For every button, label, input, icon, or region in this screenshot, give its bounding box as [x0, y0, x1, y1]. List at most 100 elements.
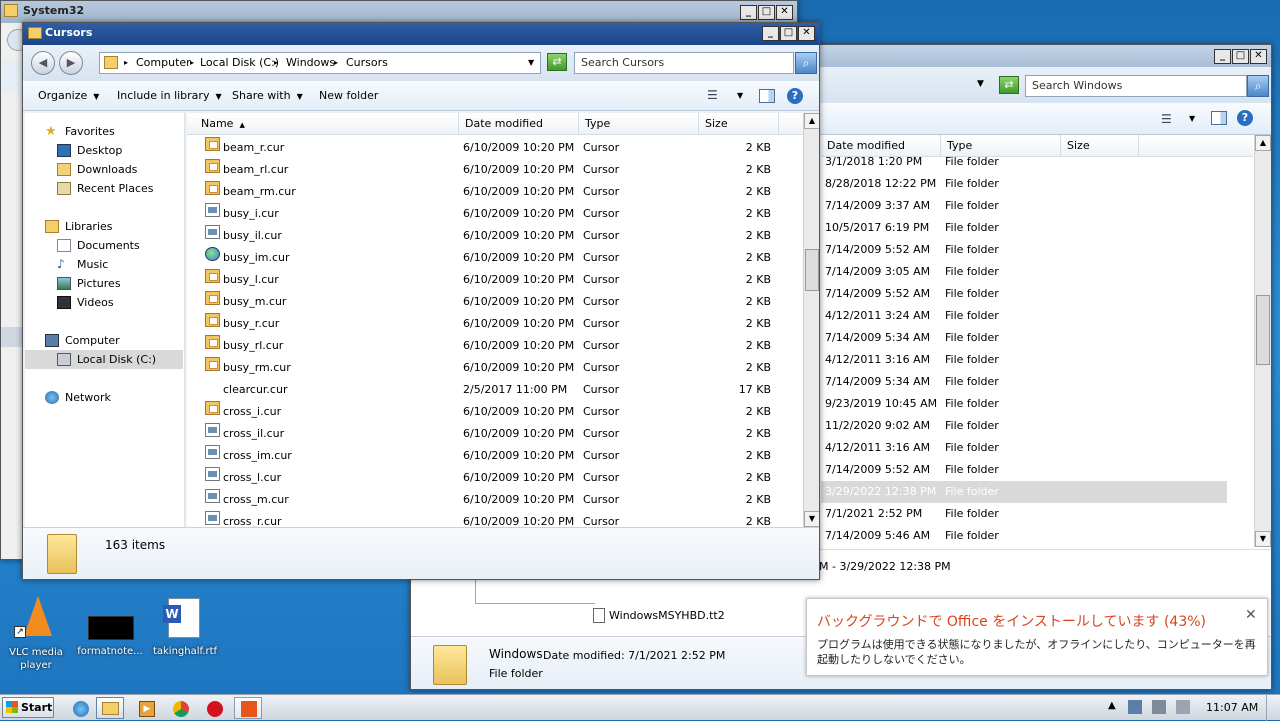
- table-row[interactable]: 3/29/2022 12:38 PM File folder: [821, 481, 1227, 503]
- forward-button[interactable]: ▶: [59, 51, 83, 75]
- nav-recent-places[interactable]: Recent Places: [25, 179, 185, 198]
- table-row[interactable]: 11/2/2020 9:02 AM File folder: [821, 415, 1227, 437]
- tray-icon[interactable]: [1128, 700, 1142, 714]
- file-row[interactable]: beam_r.cur 6/10/2009 10:20 PM Cursor 2 KB: [187, 137, 803, 159]
- file-row[interactable]: busy_r.cur 6/10/2009 10:20 PM Cursor 2 KB: [187, 313, 803, 335]
- view-dropdown-icon[interactable]: ▼: [1189, 114, 1195, 123]
- nav-pictures[interactable]: Pictures: [25, 274, 185, 293]
- back-button[interactable]: ◀: [31, 51, 55, 75]
- nav-documents[interactable]: Documents: [25, 236, 185, 255]
- table-row[interactable]: 7/14/2009 5:52 AM File folder: [821, 239, 1227, 261]
- close-icon[interactable]: ✕: [1245, 607, 1257, 623]
- file-list-scrollbar[interactable]: ▲ ▼: [803, 113, 819, 527]
- table-row[interactable]: 4/12/2011 3:16 AM File folder: [821, 437, 1227, 459]
- table-row[interactable]: 4/12/2011 3:24 AM File folder: [821, 305, 1227, 327]
- file-row[interactable]: beam_rm.cur 6/10/2009 10:20 PM Cursor 2 KB: [187, 181, 803, 203]
- table-row[interactable]: 8/28/2018 12:22 PM File folder: [821, 173, 1227, 195]
- view-dropdown-icon[interactable]: ▼: [737, 91, 743, 100]
- start-button[interactable]: Start: [2, 697, 54, 718]
- desktop-icon-takinghalf[interactable]: W takinghalf.rtf: [150, 596, 220, 670]
- view-options-icon[interactable]: ☰: [1161, 112, 1172, 126]
- show-desktop-button[interactable]: [1266, 695, 1280, 721]
- column-name[interactable]: Name ▲: [195, 113, 459, 135]
- preview-pane-icon[interactable]: [1211, 111, 1227, 125]
- scroll-thumb[interactable]: [1256, 295, 1270, 365]
- breadcrumb-local-disk[interactable]: Local Disk (C:): [200, 53, 279, 73]
- breadcrumb-separator[interactable]: ▸: [190, 53, 194, 73]
- minimize-button[interactable]: _: [1214, 49, 1231, 64]
- column-type[interactable]: Type: [579, 113, 699, 135]
- network-tray-icon[interactable]: [1176, 700, 1190, 714]
- nav-music[interactable]: ♪ Music: [25, 255, 185, 274]
- minimize-button[interactable]: _: [762, 26, 779, 41]
- opera-icon[interactable]: [200, 697, 228, 719]
- desktop-icon-formatnote[interactable]: formatnote...: [76, 600, 144, 670]
- help-icon[interactable]: ?: [1237, 110, 1253, 126]
- table-row[interactable]: 7/14/2009 5:34 AM File folder: [821, 327, 1227, 349]
- system32-titlebar[interactable]: System32: [1, 1, 797, 23]
- file-row[interactable]: busy_i.cur 6/10/2009 10:20 PM Cursor 2 KB: [187, 203, 803, 225]
- tray-icon[interactable]: [1152, 700, 1166, 714]
- breadcrumb-computer[interactable]: Computer: [136, 53, 191, 73]
- scroll-up-button[interactable]: ▲: [1255, 135, 1271, 151]
- address-dropdown-icon[interactable]: ▼: [977, 79, 984, 89]
- nav-videos[interactable]: Videos: [25, 293, 185, 312]
- table-row[interactable]: 9/23/2019 10:45 AM File folder: [821, 393, 1227, 415]
- maximize-button[interactable]: □: [780, 26, 797, 41]
- scroll-down-button[interactable]: ▼: [1255, 531, 1271, 547]
- breadcrumb-windows[interactable]: Windows: [286, 53, 335, 73]
- file-row[interactable]: busy_l.cur 6/10/2009 10:20 PM Cursor 2 KB: [187, 269, 803, 291]
- internet-explorer-icon[interactable]: [66, 697, 94, 719]
- file-row[interactable]: cross_r.cur 6/10/2009 10:20 PM Cursor 2 KB: [187, 511, 803, 527]
- nav-libraries[interactable]: Libraries: [25, 217, 185, 236]
- view-options-icon[interactable]: ☰: [707, 88, 718, 102]
- breadcrumb-cursors[interactable]: Cursors: [346, 53, 388, 73]
- search-icon[interactable]: ⌕: [1247, 75, 1269, 97]
- preview-pane-icon[interactable]: [759, 89, 775, 103]
- media-player-icon[interactable]: ▶: [132, 697, 160, 719]
- new-folder-button[interactable]: New folder: [319, 89, 378, 102]
- windows-scrollbar[interactable]: ▲ ▼: [1254, 135, 1271, 547]
- file-row[interactable]: cross_l.cur 6/10/2009 10:20 PM Cursor 2 KB: [187, 467, 803, 489]
- refresh-icon[interactable]: ⇄: [547, 53, 567, 71]
- office-icon[interactable]: [234, 697, 262, 719]
- search-input[interactable]: Search Windows: [1025, 75, 1247, 97]
- cursors-window[interactable]: Cursors _ □ ✕ ◀ ▶ ▸ Computer ▸ Local Dis…: [22, 22, 820, 580]
- file-row[interactable]: beam_rl.cur 6/10/2009 10:20 PM Cursor 2 KB: [187, 159, 803, 181]
- file-row[interactable]: cross_il.cur 6/10/2009 10:20 PM Cursor 2 KB: [187, 423, 803, 445]
- maximize-button[interactable]: □: [758, 5, 775, 20]
- search-input[interactable]: Search Cursors: [574, 52, 794, 74]
- table-row[interactable]: 7/14/2009 3:37 AM File folder: [821, 195, 1227, 217]
- table-row[interactable]: 7/14/2009 5:46 AM File folder: [821, 525, 1227, 547]
- file-row[interactable]: cross_m.cur 6/10/2009 10:20 PM Cursor 2 KB: [187, 489, 803, 511]
- desktop-icon-vlc[interactable]: ↗ VLC media player: [6, 592, 66, 676]
- table-row[interactable]: 7/14/2009 5:52 AM File folder: [821, 283, 1227, 305]
- table-row[interactable]: 7/14/2009 5:52 AM File folder: [821, 459, 1227, 481]
- scroll-up-button[interactable]: ▲: [804, 113, 819, 129]
- include-in-library-button[interactable]: Include in library ▼: [117, 89, 222, 102]
- address-dropdown-icon[interactable]: ▼: [528, 53, 534, 73]
- organize-button[interactable]: Organize ▼: [38, 89, 99, 102]
- maximize-button[interactable]: □: [1232, 49, 1249, 64]
- help-icon[interactable]: ?: [787, 88, 803, 104]
- scroll-down-button[interactable]: ▼: [804, 511, 819, 527]
- file-row[interactable]: busy_rl.cur 6/10/2009 10:20 PM Cursor 2 KB: [187, 335, 803, 357]
- file-row[interactable]: busy_m.cur 6/10/2009 10:20 PM Cursor 2 KB: [187, 291, 803, 313]
- close-button[interactable]: ✕: [776, 5, 793, 20]
- cursors-titlebar[interactable]: Cursors: [23, 23, 819, 45]
- nav-desktop[interactable]: Desktop: [25, 141, 185, 160]
- clock[interactable]: 11:07 AM: [1206, 701, 1258, 714]
- breadcrumb-separator[interactable]: ▸: [334, 53, 338, 73]
- table-row[interactable]: 7/14/2009 5:34 AM File folder: [821, 371, 1227, 393]
- address-bar[interactable]: ▸ Computer ▸ Local Disk (C:) ▸ Windows ▸…: [99, 52, 541, 74]
- nav-computer[interactable]: Computer: [25, 331, 185, 350]
- file-row[interactable]: cross_im.cur 6/10/2009 10:20 PM Cursor 2 KB: [187, 445, 803, 467]
- nav-favorites[interactable]: ★ Favorites: [25, 122, 185, 141]
- table-row[interactable]: 7/14/2009 3:05 AM File folder: [821, 261, 1227, 283]
- chrome-icon[interactable]: [166, 697, 194, 719]
- column-size[interactable]: Size: [699, 113, 779, 135]
- breadcrumb-separator[interactable]: ▸: [124, 53, 128, 73]
- share-with-button[interactable]: Share with ▼: [232, 89, 303, 102]
- close-button[interactable]: ✕: [1250, 49, 1267, 64]
- nav-local-disk[interactable]: Local Disk (C:): [25, 350, 183, 369]
